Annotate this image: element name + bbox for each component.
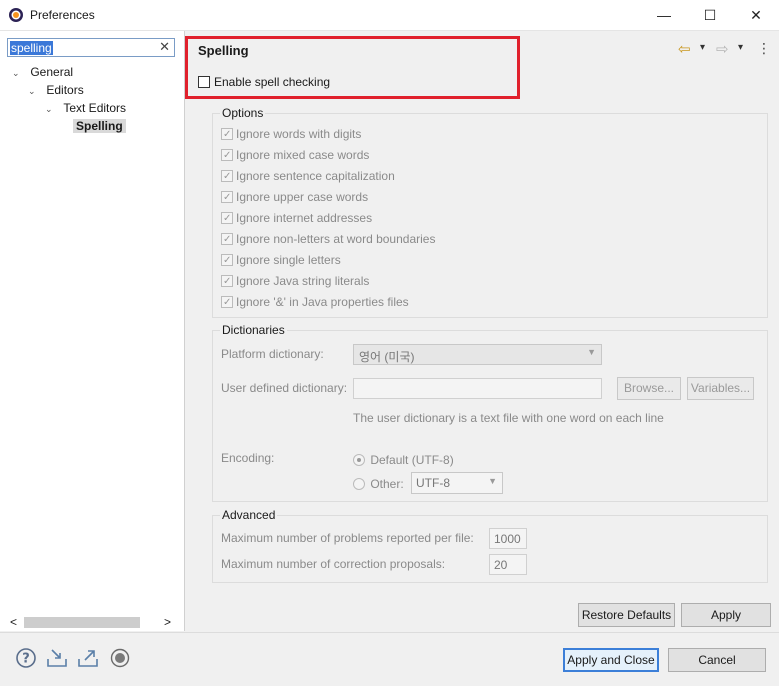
platform-dictionary-value: 영어 (미국) [359,350,415,364]
expand-arrow-icon[interactable]: ⌄ [45,100,55,118]
bottom-divider [0,632,779,633]
encoding-other-radio[interactable] [353,477,365,490]
option-checkbox [221,168,233,186]
tree-item-label: Spelling [73,119,126,133]
platform-dictionary-label: Platform dictionary: [221,347,324,361]
max-proposals-label: Maximum number of correction proposals: [221,557,446,571]
option-checkbox [221,231,233,249]
apply-and-close-button[interactable]: Apply and Close [563,648,659,672]
max-problems-value: 1000 [494,532,521,546]
scroll-right-arrow-icon[interactable]: > [164,615,171,629]
option-label: Ignore sentence capitalization [236,168,395,183]
expand-arrow-icon[interactable]: ⌄ [12,64,22,82]
export-icon[interactable] [77,647,99,669]
user-dictionary-label: User defined dictionary: [221,381,348,395]
option-label: Ignore single letters [236,252,341,267]
max-problems-input[interactable]: 1000 [489,528,527,549]
options-group-title: Options [220,106,266,120]
option-checkbox [221,147,233,165]
maximize-button[interactable]: ☐ [687,0,733,30]
advanced-group-title: Advanced [220,508,278,522]
tree-item-editors[interactable]: ⌄ Editors [28,81,84,99]
max-problems-label: Maximum number of problems reported per … [221,531,474,545]
scroll-thumb[interactable] [24,617,140,628]
tree-item-spelling[interactable]: Spelling [73,117,126,135]
option-label: Ignore internet addresses [236,210,373,225]
encoding-label: Encoding: [221,451,275,465]
eclipse-app-icon [9,8,23,22]
forward-icon[interactable]: ⇨ [716,40,729,58]
help-icon[interactable]: ? [15,647,37,669]
dictionaries-group-title: Dictionaries [220,323,287,337]
option-ignore-sentence-cap: Ignore sentence capitalization [221,166,395,186]
clear-filter-icon[interactable]: ✕ [159,39,170,55]
chevron-down-icon: ▼ [488,476,497,486]
tree-item-label: Text Editors [63,101,127,115]
encoding-other-select[interactable]: UTF-8 ▼ [411,472,503,494]
tree-item-label: General [30,65,74,79]
option-ignore-digits: Ignore words with digits [221,124,362,144]
browse-button[interactable]: Browse... [617,377,681,400]
option-ignore-ampersand: Ignore '&' in Java properties files [221,292,409,312]
option-checkbox [221,294,233,312]
encoding-default-label: Default (UTF-8) [370,452,454,467]
record-icon[interactable] [109,647,131,669]
tree-item-text-editors[interactable]: ⌄ Text Editors [45,99,126,117]
expand-arrow-icon[interactable]: ⌄ [28,82,38,100]
view-menu-icon[interactable]: ⋮ [757,40,771,57]
encoding-other-option[interactable]: Other: [353,474,404,492]
option-checkbox [221,126,233,144]
tree-horizontal-scrollbar[interactable]: < > [8,615,176,630]
window-title: Preferences [30,8,95,22]
apply-button[interactable]: Apply [681,603,771,627]
option-label: Ignore upper case words [236,189,369,204]
import-icon[interactable] [46,647,68,669]
chevron-down-icon: ▼ [587,347,596,357]
svg-text:?: ? [22,652,30,667]
option-checkbox [221,189,233,207]
option-ignore-single-letters: Ignore single letters [221,250,341,270]
tree-item-label: Editors [46,83,84,97]
user-dictionary-hint: The user dictionary is a text file with … [353,411,664,425]
highlight-box [185,36,520,99]
option-ignore-java-strings: Ignore Java string literals [221,271,370,291]
tree-item-general[interactable]: ⌄ General [12,63,73,81]
option-label: Ignore words with digits [236,126,362,141]
option-ignore-internet: Ignore internet addresses [221,208,373,228]
encoding-other-label: Other: [370,476,404,491]
user-dictionary-input[interactable] [353,378,602,399]
encoding-other-value: UTF-8 [416,476,450,490]
encoding-default-radio[interactable] [353,453,365,466]
filter-input[interactable]: spelling ✕ [7,38,175,57]
option-checkbox [221,273,233,291]
encoding-default-option[interactable]: Default (UTF-8) [353,450,454,468]
option-label: Ignore '&' in Java properties files [236,294,409,309]
max-proposals-input[interactable]: 20 [489,554,527,575]
option-label: Ignore mixed case words [236,147,370,162]
forward-dropdown-icon[interactable]: ▾ [738,42,743,53]
option-ignore-non-letters: Ignore non-letters at word boundaries [221,229,436,249]
option-label: Ignore non-letters at word boundaries [236,231,436,246]
restore-defaults-button[interactable]: Restore Defaults [578,603,675,627]
option-label: Ignore Java string literals [236,273,370,288]
platform-dictionary-select[interactable]: 영어 (미국) ▼ [353,344,602,365]
option-ignore-upper-case: Ignore upper case words [221,187,369,207]
back-icon[interactable]: ⇦ [678,40,691,58]
option-checkbox [221,252,233,270]
max-proposals-value: 20 [494,558,508,572]
minimize-button[interactable]: — [641,0,687,30]
cancel-button[interactable]: Cancel [668,648,766,672]
title-bar: Preferences — ☐ ✕ [0,0,779,31]
option-checkbox [221,210,233,228]
back-dropdown-icon[interactable]: ▾ [700,42,705,53]
filter-input-value[interactable]: spelling [10,41,53,55]
scroll-left-arrow-icon[interactable]: < [10,615,17,629]
close-button[interactable]: ✕ [733,0,779,30]
variables-button[interactable]: Variables... [687,377,754,400]
option-ignore-mixed-case: Ignore mixed case words [221,145,370,165]
